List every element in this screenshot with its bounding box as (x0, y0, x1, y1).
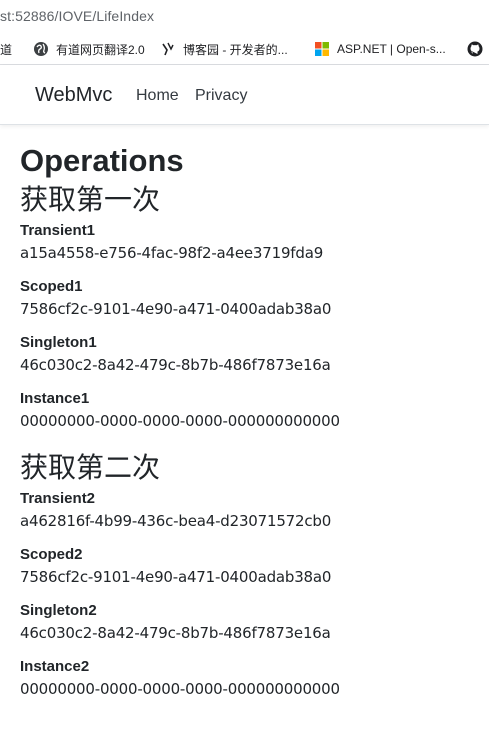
operation-label: Instance2 (20, 658, 90, 675)
operation-label: Transient1 (20, 222, 96, 239)
operation-item: Instance2 00000000-0000-0000-0000-000000… (20, 656, 480, 700)
operation-item: Transient2 a462816f-4b99-436c-bea4-d2307… (20, 488, 480, 532)
bookmark-label: 道 (0, 42, 13, 57)
github-icon (467, 41, 483, 57)
site-navbar: WebMvc Home Privacy (0, 65, 489, 125)
nav-link-home[interactable]: Home (136, 87, 179, 105)
address-host: st:52886 (0, 8, 55, 24)
operation-value: 7586cf2c-9101-4e90-a471-0400adab38a0 (20, 300, 332, 318)
operation-value: a462816f-4b99-436c-bea4-d23071572cb0 (20, 512, 332, 530)
address-url[interactable]: st:52886/IOVE/LifeIndex (0, 8, 154, 24)
operation-label: Scoped2 (20, 546, 83, 563)
address-bar[interactable]: st:52886/IOVE/LifeIndex (0, 0, 489, 33)
bookmark-label: 博客园 - 开发者的... (183, 42, 288, 57)
operation-item: Transient1 a15a4558-e756-4fac-98f2-a4ee3… (20, 220, 480, 264)
section-heading-first: 获取第一次 (20, 183, 161, 216)
operation-item: Singleton2 46c030c2-8a42-479c-8b7b-486f7… (20, 600, 480, 644)
bookmark-item-youdao[interactable]: 有道网页翻译2.0 (33, 40, 145, 58)
operation-value: a15a4558-e756-4fac-98f2-a4ee3719fda9 (20, 244, 324, 262)
bookmarks-bar: 道 有道网页翻译2.0 博客园 - 开发者的... ASP.NET | Open… (0, 33, 489, 65)
bookmark-item-cnblogs[interactable]: 博客园 - 开发者的... (160, 40, 288, 58)
operation-item: Scoped1 7586cf2c-9101-4e90-a471-0400adab… (20, 276, 480, 320)
operation-label: Singleton2 (20, 602, 97, 619)
nav-link-privacy[interactable]: Privacy (195, 87, 247, 105)
main-content: Operations 获取第一次 Transient1 a15a4558-e75… (20, 140, 480, 712)
operation-label: Singleton1 (20, 334, 97, 351)
operation-value: 00000000-0000-0000-0000-000000000000 (20, 680, 340, 698)
operation-value: 00000000-0000-0000-0000-000000000000 (20, 412, 340, 430)
windows-logo-icon (314, 41, 330, 57)
operation-label: Instance1 (20, 390, 90, 407)
operation-label: Scoped1 (20, 278, 83, 295)
page-title: Operations (20, 143, 184, 178)
operation-item: Singleton1 46c030c2-8a42-479c-8b7b-486f7… (20, 332, 480, 376)
bookmark-item-github[interactable] (467, 40, 489, 58)
globe-icon (33, 41, 49, 57)
operation-value: 46c030c2-8a42-479c-8b7b-486f7873e16a (20, 624, 331, 642)
bookmark-label: ASP.NET | Open-s... (337, 42, 446, 56)
operation-item: Instance1 00000000-0000-0000-0000-000000… (20, 388, 480, 432)
operation-label: Transient2 (20, 490, 96, 507)
operation-value: 7586cf2c-9101-4e90-a471-0400adab38a0 (20, 568, 332, 586)
cnblogs-icon (160, 41, 176, 57)
bookmark-item-aspnet[interactable]: ASP.NET | Open-s... (314, 40, 446, 58)
operation-item: Scoped2 7586cf2c-9101-4e90-a471-0400adab… (20, 544, 480, 588)
bookmark-label: 有道网页翻译2.0 (56, 42, 145, 57)
operation-value: 46c030c2-8a42-479c-8b7b-486f7873e16a (20, 356, 331, 374)
bookmark-item-partial[interactable]: 道 (0, 40, 12, 58)
address-path: /IOVE/LifeIndex (54, 8, 155, 24)
section-heading-second: 获取第二次 (20, 451, 161, 484)
brand-link[interactable]: WebMvc (35, 84, 112, 107)
